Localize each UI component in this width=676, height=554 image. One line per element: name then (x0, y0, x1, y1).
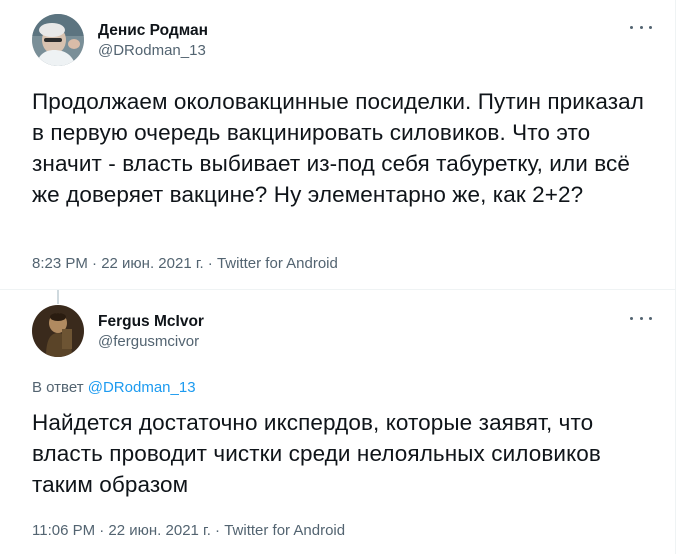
tweet-meta[interactable]: 11:06 PM · 22 июн. 2021 г. · Twitter for… (32, 521, 345, 541)
tweet-header: Денис Родман @DRodman_13 (32, 14, 652, 68)
tweet-text: Найдется достаточно икспердов, которые з… (32, 410, 601, 497)
avatar[interactable] (32, 14, 84, 66)
reply-to-handle-link[interactable]: @DRodman_13 (88, 379, 196, 396)
author-names: Fergus McIvor @fergusmcivor (98, 312, 204, 352)
reply-to-label: В ответ @DRodman_13 (32, 379, 196, 396)
avatar-photo-icon (32, 14, 84, 66)
author-display-name[interactable]: Денис Родман (98, 21, 208, 41)
tweet-original[interactable]: Денис Родман @DRodman_13 Продолжаем окол… (0, 0, 676, 290)
more-options-icon[interactable] (630, 311, 652, 325)
avatar[interactable] (32, 305, 84, 357)
tweet-reply[interactable]: Fergus McIvor @fergusmcivor В ответ @DRo… (0, 290, 676, 554)
author-handle[interactable]: @DRodman_13 (98, 41, 208, 61)
avatar-photo-icon (32, 305, 84, 357)
tweet-text: Продолжаем околовакцинные посиделки. Пут… (32, 89, 644, 207)
thread-connector (57, 290, 59, 304)
author-handle[interactable]: @fergusmcivor (98, 332, 204, 352)
tweet-thread: Денис Родман @DRodman_13 Продолжаем окол… (0, 0, 676, 554)
tweet-meta[interactable]: 8:23 PM · 22 июн. 2021 г. · Twitter for … (32, 254, 338, 274)
tweet-header: Fergus McIvor @fergusmcivor (32, 305, 652, 359)
author-names: Денис Родман @DRodman_13 (98, 21, 208, 61)
more-options-icon[interactable] (630, 20, 652, 34)
author-display-name[interactable]: Fergus McIvor (98, 312, 204, 332)
reply-to-prefix: В ответ (32, 379, 84, 396)
